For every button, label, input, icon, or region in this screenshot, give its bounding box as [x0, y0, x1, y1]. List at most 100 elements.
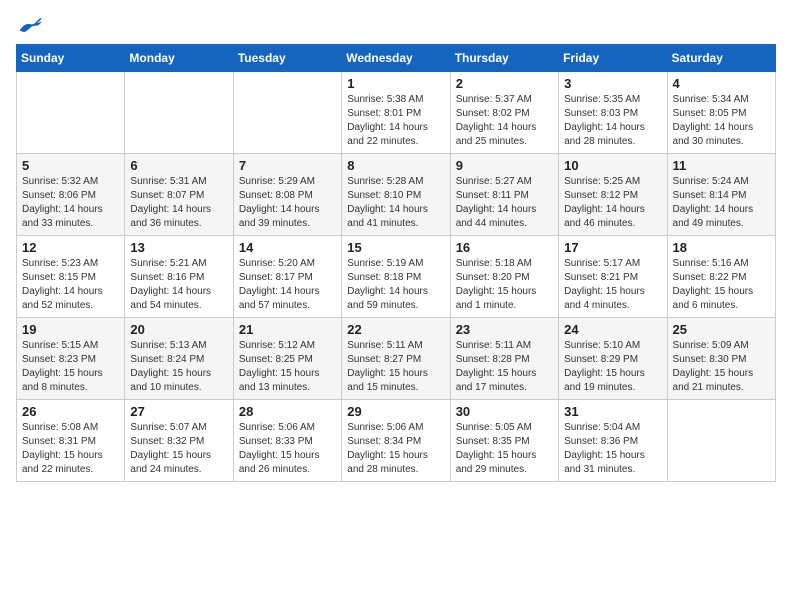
day-info: Sunrise: 5:11 AM Sunset: 8:28 PM Dayligh… — [456, 339, 553, 395]
day-info: Sunrise: 5:04 AM Sunset: 8:36 PM Dayligh… — [564, 421, 661, 477]
day-info: Sunrise: 5:27 AM Sunset: 8:11 PM Dayligh… — [456, 175, 553, 231]
day-info: Sunrise: 5:06 AM Sunset: 8:34 PM Dayligh… — [347, 421, 444, 477]
day-of-week-header: Friday — [559, 45, 667, 72]
day-info: Sunrise: 5:35 AM Sunset: 8:03 PM Dayligh… — [564, 93, 661, 149]
day-number: 9 — [456, 158, 553, 173]
day-info: Sunrise: 5:19 AM Sunset: 8:18 PM Dayligh… — [347, 257, 444, 313]
calendar-cell: 19 Sunrise: 5:15 AM Sunset: 8:23 PM Dayli… — [17, 318, 125, 400]
day-info: Sunrise: 5:08 AM Sunset: 8:31 PM Dayligh… — [22, 421, 119, 477]
day-of-week-header: Sunday — [17, 45, 125, 72]
day-number: 18 — [673, 240, 770, 255]
day-number: 25 — [673, 322, 770, 337]
day-info: Sunrise: 5:15 AM Sunset: 8:23 PM Dayligh… — [22, 339, 119, 395]
day-number: 19 — [22, 322, 119, 337]
calendar-cell: 31 Sunrise: 5:04 AM Sunset: 8:36 PM Dayli… — [559, 400, 667, 482]
day-of-week-header: Saturday — [667, 45, 775, 72]
day-number: 1 — [347, 76, 444, 91]
calendar-cell: 1 Sunrise: 5:38 AM Sunset: 8:01 PM Daylig… — [342, 72, 450, 154]
page-header — [16, 16, 776, 34]
day-number: 14 — [239, 240, 336, 255]
day-info: Sunrise: 5:37 AM Sunset: 8:02 PM Dayligh… — [456, 93, 553, 149]
calendar-cell: 13Sunrise: 5:21 AM Sunset: 8:16 PM Dayli… — [125, 236, 233, 318]
calendar-cell — [17, 72, 125, 154]
logo — [16, 16, 42, 34]
calendar-week-row: 19 Sunrise: 5:15 AM Sunset: 8:23 PM Dayli… — [17, 318, 776, 400]
day-number: 11 — [673, 158, 770, 173]
logo-bird-icon — [18, 16, 42, 34]
day-info: Sunrise: 5:11 AM Sunset: 8:27 PM Dayligh… — [347, 339, 444, 395]
calendar-cell: 18 Sunrise: 5:16 AM Sunset: 8:22 PM Dayli… — [667, 236, 775, 318]
day-info: Sunrise: 5:16 AM Sunset: 8:22 PM Dayligh… — [673, 257, 770, 313]
day-number: 30 — [456, 404, 553, 419]
calendar-cell: 15 Sunrise: 5:19 AM Sunset: 8:18 PM Dayli… — [342, 236, 450, 318]
day-info: Sunrise: 5:24 AM Sunset: 8:14 PM Dayligh… — [673, 175, 770, 231]
calendar-week-row: 5 Sunrise: 5:32 AM Sunset: 8:06 PM Daylig… — [17, 154, 776, 236]
day-of-week-header: Thursday — [450, 45, 558, 72]
calendar-cell: 6 Sunrise: 5:31 AM Sunset: 8:07 PM Daylig… — [125, 154, 233, 236]
day-info: Sunrise: 5:18 AM Sunset: 8:20 PM Dayligh… — [456, 257, 553, 313]
calendar-cell: 22Sunrise: 5:11 AM Sunset: 8:27 PM Dayli… — [342, 318, 450, 400]
calendar-table: SundayMondayTuesdayWednesdayThursdayFrid… — [16, 44, 776, 482]
day-info: Sunrise: 5:23 AM Sunset: 8:15 PM Dayligh… — [22, 257, 119, 313]
day-info: Sunrise: 5:07 AM Sunset: 8:32 PM Dayligh… — [130, 421, 227, 477]
calendar-cell: 10 Sunrise: 5:25 AM Sunset: 8:12 PM Dayli… — [559, 154, 667, 236]
day-number: 2 — [456, 76, 553, 91]
calendar-cell: 7 Sunrise: 5:29 AM Sunset: 8:08 PM Daylig… — [233, 154, 341, 236]
day-number: 21 — [239, 322, 336, 337]
day-number: 6 — [130, 158, 227, 173]
day-info: Sunrise: 5:38 AM Sunset: 8:01 PM Dayligh… — [347, 93, 444, 149]
day-number: 16 — [456, 240, 553, 255]
day-number: 15 — [347, 240, 444, 255]
day-number: 23 — [456, 322, 553, 337]
day-info: Sunrise: 5:31 AM Sunset: 8:07 PM Dayligh… — [130, 175, 227, 231]
day-number: 24 — [564, 322, 661, 337]
calendar-cell: 17 Sunrise: 5:17 AM Sunset: 8:21 PM Dayli… — [559, 236, 667, 318]
calendar-cell: 28 Sunrise: 5:06 AM Sunset: 8:33 PM Dayli… — [233, 400, 341, 482]
calendar-cell: 5 Sunrise: 5:32 AM Sunset: 8:06 PM Daylig… — [17, 154, 125, 236]
day-of-week-header: Wednesday — [342, 45, 450, 72]
day-info: Sunrise: 5:29 AM Sunset: 8:08 PM Dayligh… — [239, 175, 336, 231]
calendar-cell — [125, 72, 233, 154]
day-number: 8 — [347, 158, 444, 173]
day-number: 17 — [564, 240, 661, 255]
calendar-cell: 30Sunrise: 5:05 AM Sunset: 8:35 PM Dayli… — [450, 400, 558, 482]
calendar-cell: 26 Sunrise: 5:08 AM Sunset: 8:31 PM Dayli… — [17, 400, 125, 482]
calendar-cell: 11 Sunrise: 5:24 AM Sunset: 8:14 PM Dayli… — [667, 154, 775, 236]
day-of-week-header: Tuesday — [233, 45, 341, 72]
day-of-week-header: Monday — [125, 45, 233, 72]
day-info: Sunrise: 5:12 AM Sunset: 8:25 PM Dayligh… — [239, 339, 336, 395]
calendar-week-row: 1 Sunrise: 5:38 AM Sunset: 8:01 PM Daylig… — [17, 72, 776, 154]
day-number: 7 — [239, 158, 336, 173]
calendar-cell: 20Sunrise: 5:13 AM Sunset: 8:24 PM Dayli… — [125, 318, 233, 400]
day-number: 10 — [564, 158, 661, 173]
day-number: 26 — [22, 404, 119, 419]
calendar-cell: 12 Sunrise: 5:23 AM Sunset: 8:15 PM Dayli… — [17, 236, 125, 318]
day-info: Sunrise: 5:17 AM Sunset: 8:21 PM Dayligh… — [564, 257, 661, 313]
calendar-cell: 9 Sunrise: 5:27 AM Sunset: 8:11 PM Daylig… — [450, 154, 558, 236]
day-number: 29 — [347, 404, 444, 419]
calendar-cell: 27Sunrise: 5:07 AM Sunset: 8:32 PM Dayli… — [125, 400, 233, 482]
calendar-cell: 24Sunrise: 5:10 AM Sunset: 8:29 PM Dayli… — [559, 318, 667, 400]
day-info: Sunrise: 5:28 AM Sunset: 8:10 PM Dayligh… — [347, 175, 444, 231]
day-number: 31 — [564, 404, 661, 419]
calendar-cell: 29 Sunrise: 5:06 AM Sunset: 8:34 PM Dayli… — [342, 400, 450, 482]
day-info: Sunrise: 5:32 AM Sunset: 8:06 PM Dayligh… — [22, 175, 119, 231]
calendar-cell: 3 Sunrise: 5:35 AM Sunset: 8:03 PM Daylig… — [559, 72, 667, 154]
day-info: Sunrise: 5:25 AM Sunset: 8:12 PM Dayligh… — [564, 175, 661, 231]
calendar-cell: 23 Sunrise: 5:11 AM Sunset: 8:28 PM Dayli… — [450, 318, 558, 400]
calendar-cell: 16 Sunrise: 5:18 AM Sunset: 8:20 PM Dayli… — [450, 236, 558, 318]
day-number: 4 — [673, 76, 770, 91]
calendar-cell — [233, 72, 341, 154]
calendar-cell: 21 Sunrise: 5:12 AM Sunset: 8:25 PM Dayli… — [233, 318, 341, 400]
day-number: 5 — [22, 158, 119, 173]
day-number: 28 — [239, 404, 336, 419]
day-info: Sunrise: 5:06 AM Sunset: 8:33 PM Dayligh… — [239, 421, 336, 477]
day-number: 3 — [564, 76, 661, 91]
calendar-cell: 14Sunrise: 5:20 AM Sunset: 8:17 PM Dayli… — [233, 236, 341, 318]
calendar-cell: 2 Sunrise: 5:37 AM Sunset: 8:02 PM Daylig… — [450, 72, 558, 154]
day-number: 12 — [22, 240, 119, 255]
day-info: Sunrise: 5:34 AM Sunset: 8:05 PM Dayligh… — [673, 93, 770, 149]
calendar-cell — [667, 400, 775, 482]
calendar-cell: 4 Sunrise: 5:34 AM Sunset: 8:05 PM Daylig… — [667, 72, 775, 154]
calendar-header-row: SundayMondayTuesdayWednesdayThursdayFrid… — [17, 45, 776, 72]
